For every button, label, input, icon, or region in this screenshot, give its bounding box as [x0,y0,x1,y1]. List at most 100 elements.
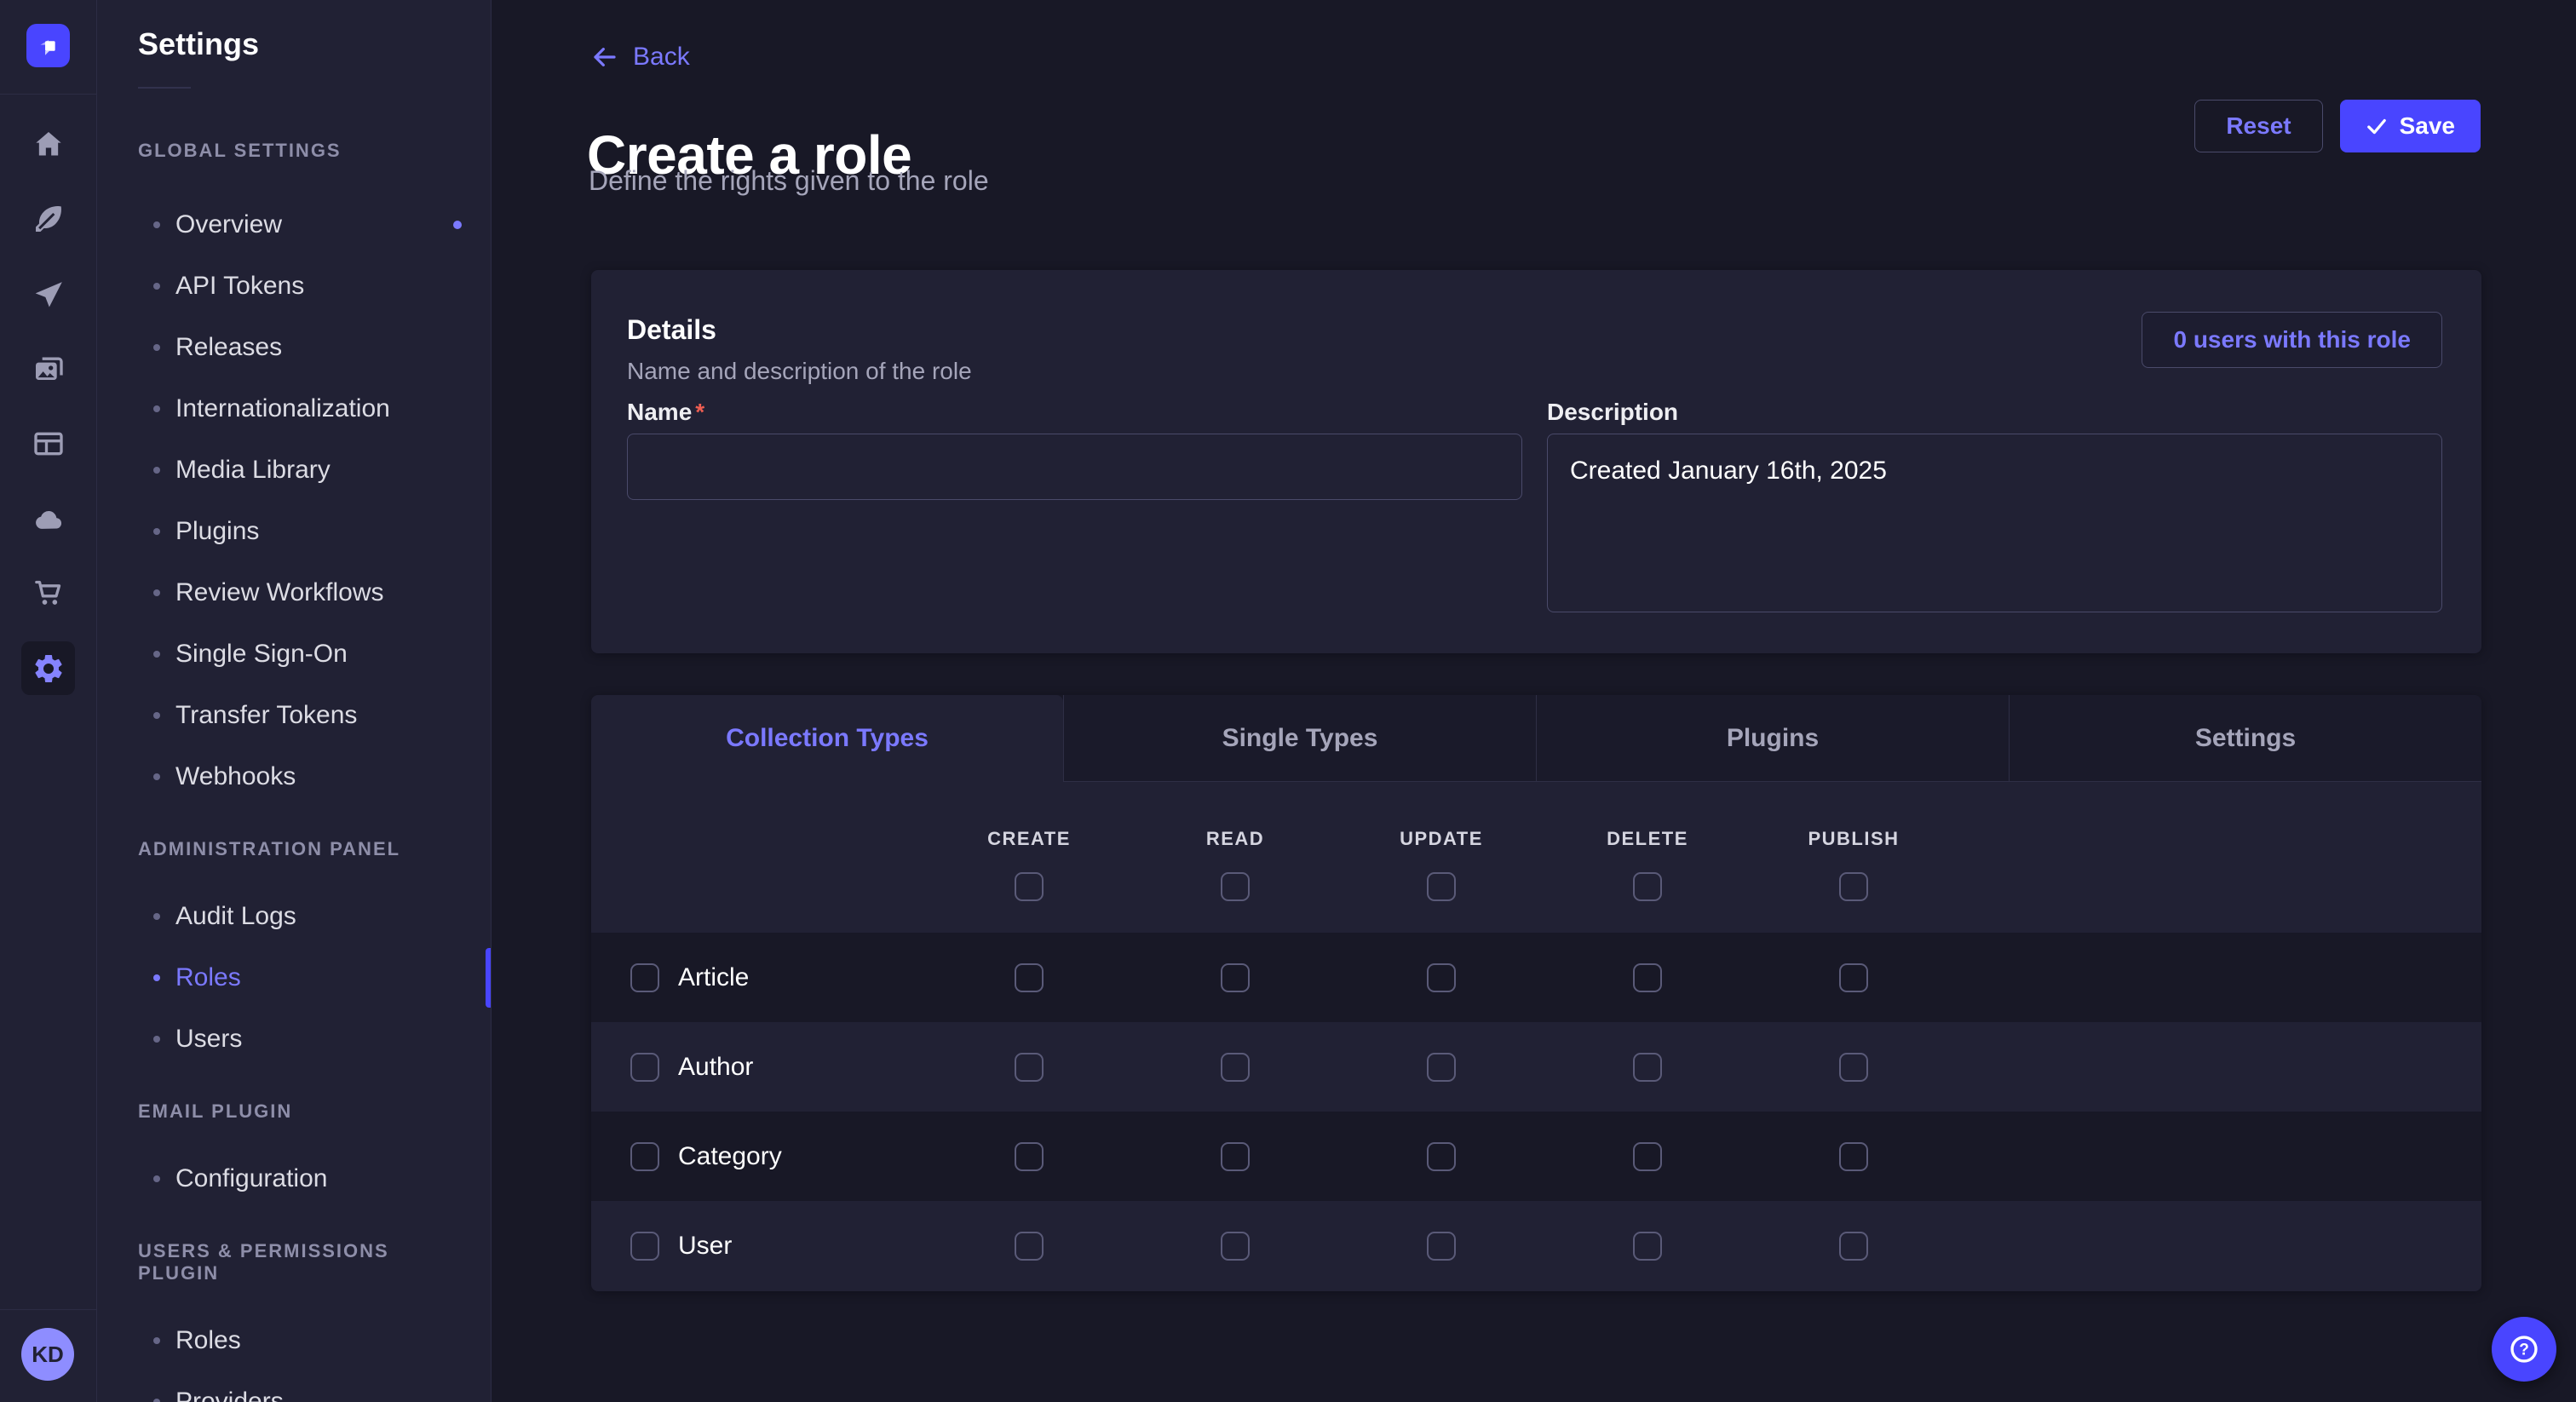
bullet-icon [153,528,160,535]
bullet-icon [153,589,160,596]
save-button[interactable]: Save [2340,100,2481,152]
sidebar-item-overview[interactable]: Overview [97,194,491,256]
details-fields: Name* Description Created January 16th, … [627,398,2442,617]
user-publish-checkbox[interactable] [1839,1232,1868,1261]
author-delete-checkbox[interactable] [1633,1053,1662,1082]
column-create: CREATE [926,782,1132,901]
article-read-checkbox[interactable] [1221,963,1250,992]
description-textarea[interactable]: Created January 16th, 2025 [1547,434,2442,612]
nav-rail: KD [0,0,97,1402]
author-read-checkbox[interactable] [1221,1053,1250,1082]
settings-gear-icon-active[interactable] [21,641,75,695]
category-create-checkbox[interactable] [1015,1142,1044,1171]
users-with-role-button[interactable]: 0 users with this role [2142,312,2442,368]
content-manager-feather-icon[interactable] [29,199,68,238]
bullet-icon [153,974,160,981]
arrow-left-icon [590,43,618,71]
details-card: Details Name and description of the role… [591,270,2481,653]
name-field-group: Name* [627,398,1522,617]
author-publish-checkbox[interactable] [1839,1053,1868,1082]
select-all-publish-checkbox[interactable] [1839,872,1868,901]
user-delete-checkbox[interactable] [1633,1232,1662,1261]
user-update-checkbox[interactable] [1427,1232,1456,1261]
details-subtitle: Name and description of the role [627,358,972,385]
row-select-checkbox[interactable] [630,963,659,992]
sidebar-title-divider [138,87,191,89]
bullet-icon [153,1399,160,1402]
row-select-checkbox[interactable] [630,1232,659,1261]
administration-panel-list: Audit Logs Roles Users [97,886,491,1070]
category-delete-checkbox[interactable] [1633,1142,1662,1171]
tab-collection-types[interactable]: Collection Types [591,695,1063,782]
section-heading-email-plugin: EMAIL PLUGIN [138,1100,450,1123]
row-select-checkbox[interactable] [630,1053,659,1082]
section-heading-administration-panel: ADMINISTRATION PANEL [138,838,450,860]
rail-divider-top [0,94,96,95]
user-avatar[interactable]: KD [21,1328,74,1381]
notification-dot-icon [453,221,462,229]
select-all-create-checkbox[interactable] [1015,872,1044,901]
release-paper-plane-icon[interactable] [29,276,68,315]
sidebar-item-transfer-tokens[interactable]: Transfer Tokens [97,685,491,746]
row-select-checkbox[interactable] [630,1142,659,1171]
user-create-checkbox[interactable] [1015,1232,1044,1261]
help-question-icon: ? [2508,1333,2540,1365]
description-field-group: Description Created January 16th, 2025 [1547,398,2442,617]
sidebar-item-providers[interactable]: Providers [97,1371,491,1402]
sidebar-item-internationalization[interactable]: Internationalization [97,378,491,440]
avatar-initials: KD [32,1342,64,1368]
sidebar-item-up-roles[interactable]: Roles [97,1310,491,1371]
global-settings-list: Overview API Tokens Releases Internation… [97,194,491,807]
author-update-checkbox[interactable] [1427,1053,1456,1082]
back-link[interactable]: Back [590,43,690,72]
help-button[interactable]: ? [2492,1317,2556,1382]
sidebar-item-single-sign-on[interactable]: Single Sign-On [97,623,491,685]
sidebar-item-webhooks[interactable]: Webhooks [97,746,491,807]
tab-single-types[interactable]: Single Types [1063,695,1536,782]
tab-plugins[interactable]: Plugins [1536,695,2009,782]
author-create-checkbox[interactable] [1015,1053,1044,1082]
column-update: UPDATE [1338,782,1544,901]
reset-button[interactable]: Reset [2194,100,2322,152]
category-update-checkbox[interactable] [1427,1142,1456,1171]
sidebar-item-configuration[interactable]: Configuration [97,1148,491,1210]
article-delete-checkbox[interactable] [1633,963,1662,992]
sidebar-item-plugins[interactable]: Plugins [97,501,491,562]
strapi-logo[interactable] [26,24,70,67]
sidebar-item-review-workflows[interactable]: Review Workflows [97,562,491,623]
bullet-icon [153,221,160,228]
column-delete: DELETE [1544,782,1751,901]
bullet-icon [153,1175,160,1182]
select-all-update-checkbox[interactable] [1427,872,1456,901]
content-type-builder-icon[interactable] [29,424,68,463]
rail-divider-bottom [0,1309,96,1310]
name-label: Name* [627,398,1522,427]
category-publish-checkbox[interactable] [1839,1142,1868,1171]
article-publish-checkbox[interactable] [1839,963,1868,992]
cloud-icon[interactable] [29,500,68,539]
home-icon[interactable] [29,125,68,164]
category-read-checkbox[interactable] [1221,1142,1250,1171]
settings-sidebar: Settings GLOBAL SETTINGS Overview API To… [97,0,492,1402]
sidebar-item-users[interactable]: Users [97,1008,491,1070]
strapi-admin: { "colors":{"primary":"#4945ff","primary… [0,0,2576,1402]
sidebar-item-roles-active[interactable]: Roles [97,947,491,1008]
article-update-checkbox[interactable] [1427,963,1456,992]
table-row-user: User [591,1201,2481,1290]
sidebar-item-api-tokens[interactable]: API Tokens [97,256,491,317]
tab-bar: Collection Types Single Types Plugins Se… [591,695,2481,782]
bullet-icon [153,1337,160,1344]
sidebar-item-media-library[interactable]: Media Library [97,440,491,501]
select-all-delete-checkbox[interactable] [1633,872,1662,901]
media-library-icon[interactable] [29,350,68,389]
marketplace-cart-icon[interactable] [29,573,68,612]
tab-settings[interactable]: Settings [2009,695,2481,782]
select-all-read-checkbox[interactable] [1221,872,1250,901]
sidebar-item-audit-logs[interactable]: Audit Logs [97,886,491,947]
sidebar-item-releases[interactable]: Releases [97,317,491,378]
name-input[interactable] [627,434,1522,500]
check-icon [2366,115,2388,137]
back-label: Back [633,43,690,72]
user-read-checkbox[interactable] [1221,1232,1250,1261]
article-create-checkbox[interactable] [1015,963,1044,992]
